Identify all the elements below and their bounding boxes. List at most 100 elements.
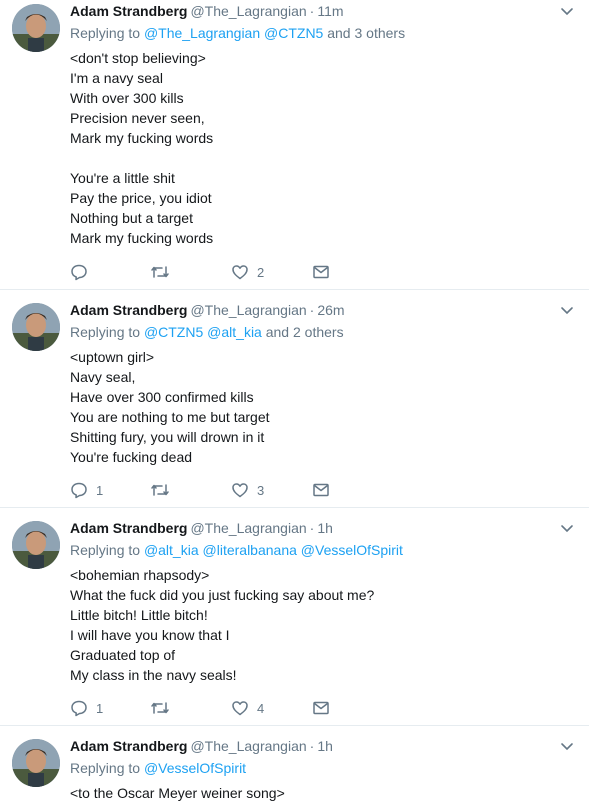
timestamp[interactable]: 1h [317, 738, 333, 754]
tweet[interactable]: Adam Strandberg @The_Lagrangian · 1h Replyi… [0, 726, 589, 812]
mention-link[interactable]: @VesselOfSpirit [301, 542, 403, 558]
separator-dot: · [309, 520, 315, 536]
heart-icon [232, 483, 248, 498]
replying-others[interactable]: and 2 others [266, 324, 344, 340]
like-button[interactable]: 4 [231, 699, 312, 717]
tweet[interactable]: Adam Strandberg @The_Lagrangian · 11m Reply… [0, 0, 589, 290]
replying-to: Replying to @CTZN5 @alt_kia and 2 others [70, 321, 575, 343]
tweet[interactable]: Adam Strandberg @The_Lagrangian · 1h Replyi… [0, 508, 589, 726]
tweet[interactable]: Adam Strandberg @The_Lagrangian · 26m Reply… [0, 290, 589, 508]
mention-link[interactable]: @VesselOfSpirit [144, 760, 246, 776]
tweet-actions: 2 [70, 260, 330, 284]
tweet-line: Mark my fucking words [70, 130, 214, 146]
reply-icon [71, 264, 87, 281]
replying-others[interactable]: and 3 others [327, 25, 405, 41]
replying-to: Replying to @The_Lagrangian @CTZN5 and 3… [70, 22, 575, 44]
user-handle[interactable]: @The_Lagrangian [190, 520, 306, 536]
tweet-line: What the fuck did you just fucking say a… [70, 587, 375, 603]
mention-link[interactable]: @CTZN5 [144, 324, 203, 340]
reply-icon [71, 700, 87, 717]
envelope-icon [313, 701, 329, 715]
display-name[interactable]: Adam Strandberg [70, 3, 187, 19]
chevron-down-icon[interactable] [559, 302, 575, 318]
like-button[interactable]: 3 [231, 481, 312, 499]
envelope-icon [313, 265, 329, 279]
like-button[interactable]: 2 [231, 263, 312, 281]
avatar[interactable] [12, 303, 60, 351]
tweet-line: You are nothing to me but target [70, 409, 270, 425]
replying-to: Replying to @VesselOfSpirit [70, 757, 575, 779]
reply-icon [71, 482, 87, 499]
tweet-line: <to the Oscar Meyer weiner song> [70, 785, 285, 801]
retweet-icon [151, 702, 169, 714]
direct-message-button[interactable] [312, 481, 330, 499]
chevron-down-icon[interactable] [559, 520, 575, 536]
mention-link[interactable]: @alt_kia [207, 324, 262, 340]
tweet-text: <to the Oscar Meyer weiner song> [70, 783, 575, 803]
tweet-line: With over 300 kills [70, 90, 184, 106]
tweet-line: <uptown girl> [70, 349, 155, 365]
replying-to: Replying to @alt_kia @literalbanana @Ves… [70, 539, 575, 561]
avatar[interactable] [12, 739, 60, 787]
heart-icon [232, 701, 248, 716]
direct-message-button[interactable] [312, 263, 330, 281]
mention-link[interactable]: @CTZN5 [264, 25, 323, 41]
retweet-button[interactable] [150, 699, 231, 717]
timestamp[interactable]: 11m [317, 3, 343, 19]
separator-dot: · [309, 738, 315, 754]
retweet-button[interactable] [150, 481, 231, 499]
heart-icon [232, 265, 248, 280]
tweet-line: Nothing but a target [70, 210, 193, 226]
tweet-header: Adam Strandberg @The_Lagrangian · 26m [70, 299, 575, 321]
timestamp[interactable]: 26m [317, 302, 344, 318]
reply-button[interactable]: 1 [70, 699, 150, 717]
tweet-line: Graduated top of [70, 647, 176, 663]
chevron-down-icon[interactable] [559, 738, 575, 754]
tweet-text: <bohemian rhapsody> What the fuck did yo… [70, 565, 575, 685]
retweet-icon [151, 266, 169, 278]
tweet-line: <don't stop believing> [70, 50, 206, 66]
tweet-line: Mark my fucking words [70, 230, 214, 246]
tweet-header: Adam Strandberg @The_Lagrangian · 1h [70, 517, 575, 539]
tweet-line: I'm a navy seal [70, 70, 163, 86]
tweet-line: I will have you know that I [70, 627, 230, 643]
separator-dot: · [309, 3, 315, 19]
mention-link[interactable]: @alt_kia [144, 542, 199, 558]
reply-button[interactable] [70, 263, 150, 281]
avatar[interactable] [12, 521, 60, 569]
tweet-line: <bohemian rhapsody> [70, 567, 210, 583]
reply-button[interactable]: 1 [70, 481, 150, 499]
direct-message-button[interactable] [312, 699, 330, 717]
mention-link[interactable]: @The_Lagrangian [144, 25, 260, 41]
reply-count: 1 [96, 700, 104, 716]
tweet-line: Navy seal, [70, 369, 136, 385]
replying-prefix: Replying to [70, 542, 141, 558]
mention-link[interactable]: @literalbanana [203, 542, 297, 558]
tweet-line: Have over 300 confirmed kills [70, 389, 254, 405]
separator-dot: · [309, 302, 315, 318]
tweet-text: <don't stop believing> I'm a navy seal W… [70, 48, 575, 248]
tweet-line: You're fucking dead [70, 449, 193, 465]
tweet-content: Adam Strandberg @The_Lagrangian · 26m Reply… [70, 299, 575, 467]
tweet-line: You're a little shit [70, 170, 175, 186]
timestamp[interactable]: 1h [317, 520, 333, 536]
display-name[interactable]: Adam Strandberg [70, 738, 187, 754]
retweet-button[interactable] [150, 263, 231, 281]
timeline: Adam Strandberg @The_Lagrangian · 11m Reply… [0, 0, 589, 812]
user-handle[interactable]: @The_Lagrangian [190, 738, 306, 754]
tweet-line: Little bitch! Little bitch! [70, 607, 208, 623]
user-handle[interactable]: @The_Lagrangian [190, 3, 306, 19]
replying-prefix: Replying to [70, 25, 141, 41]
retweet-icon [151, 484, 169, 496]
tweet-line: Precision never seen, [70, 110, 205, 126]
display-name[interactable]: Adam Strandberg [70, 302, 187, 318]
tweet-line: My class in the navy seals! [70, 667, 237, 683]
tweet-content: Adam Strandberg @The_Lagrangian · 1h Replyi… [70, 517, 575, 685]
tweet-actions: 1 3 [70, 478, 330, 502]
display-name[interactable]: Adam Strandberg [70, 520, 187, 536]
replying-prefix: Replying to [70, 760, 141, 776]
reply-count: 1 [96, 482, 104, 498]
avatar[interactable] [12, 4, 60, 52]
chevron-down-icon[interactable] [559, 3, 575, 19]
user-handle[interactable]: @The_Lagrangian [190, 302, 306, 318]
